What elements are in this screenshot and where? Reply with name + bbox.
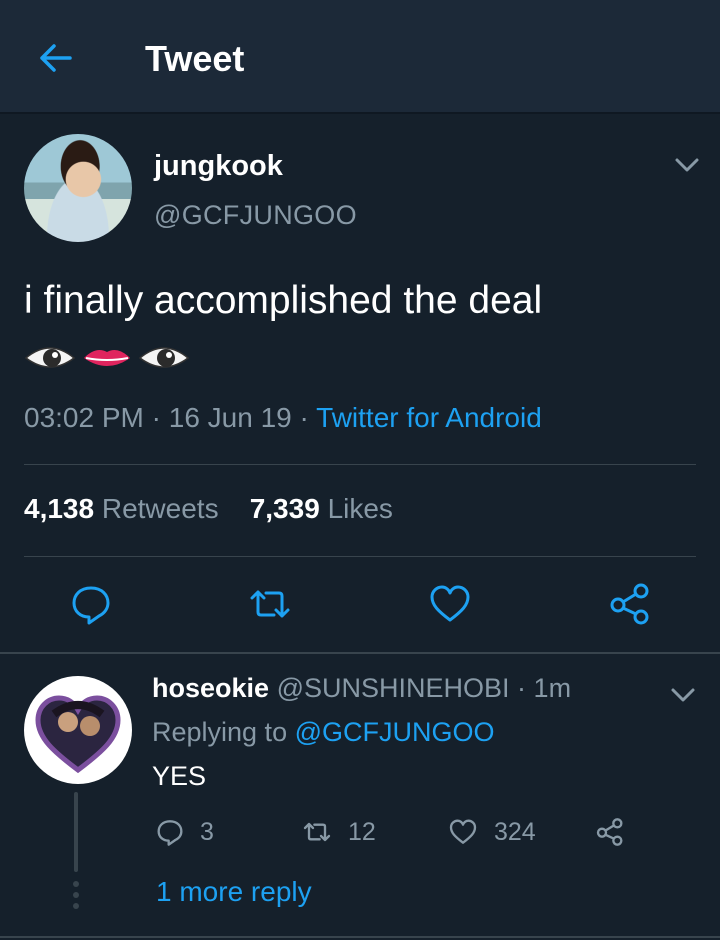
author-avatar[interactable] [24,134,132,242]
share-icon [596,818,623,846]
eye-emoji-icon [24,347,76,368]
divider [24,464,696,465]
bottom-divider [0,936,720,938]
reply-count: 3 [200,817,214,846]
likes-stat[interactable]: 7,339 Likes [250,493,393,524]
tweet-source-link[interactable]: Twitter for Android [316,402,542,433]
reply-header: hoseokie @SUNSHINEHOBI · 1m [152,673,571,704]
tweet-date: 16 Jun 19 [168,402,292,433]
reply-share-button[interactable] [594,812,640,852]
tweet-meta: 03:02 PM · 16 Jun 19 · Twitter for Andro… [24,402,542,434]
meta-separator: · [517,673,527,703]
top-bar [0,0,720,114]
reply-text: YES [152,761,207,791]
reply-author-name[interactable]: hoseokie [152,673,269,703]
author-handle[interactable]: @GCFJUNGOO [154,200,357,231]
back-arrow-icon[interactable] [34,38,78,78]
retweet-count: 12 [348,817,376,846]
tweet-stats: 4,138 Retweets 7,339 Likes [24,493,393,525]
share-icon[interactable] [606,580,654,628]
tweet-text: i finally accomplished the deal [24,279,543,322]
reply-author-handle[interactable]: @SUNSHINEHOBI [277,673,510,703]
like-count: 324 [494,817,536,846]
reply-time: 1m [533,673,572,703]
replying-handle-link[interactable]: @GCFJUNGOO [295,717,495,747]
retweet-icon [303,822,331,842]
heart-icon[interactable] [426,580,474,628]
more-replies-link[interactable]: 1 more reply [156,876,312,908]
chevron-down-icon[interactable] [668,682,698,708]
reply-icon [157,820,183,846]
divider [24,556,696,557]
thread-line [74,792,78,872]
meta-separator: · [151,402,169,433]
reply-reply-button[interactable]: 3 [154,812,214,852]
replying-prefix: Replying to [152,717,288,747]
reply-icon[interactable] [67,580,115,628]
meta-separator: · [299,402,317,433]
emoji-row [24,340,194,376]
retweet-icon[interactable] [246,580,294,628]
reply-like-button[interactable]: 324 [446,812,536,852]
retweets-stat[interactable]: 4,138 Retweets [24,493,219,524]
reply-retweet-button[interactable]: 12 [300,812,376,852]
eye-emoji-icon [138,347,190,368]
tweet-time: 03:02 PM [24,402,144,433]
chevron-down-icon[interactable] [672,152,702,178]
heart-icon [449,819,477,844]
lips-emoji-icon [84,350,130,366]
replying-to: Replying to @GCFJUNGOO [152,717,495,748]
page-title: Tweet [145,38,245,79]
reply-author-avatar[interactable] [24,676,132,784]
author-name[interactable]: jungkook [154,150,283,183]
thread-dots [72,880,80,910]
section-divider [0,652,720,654]
